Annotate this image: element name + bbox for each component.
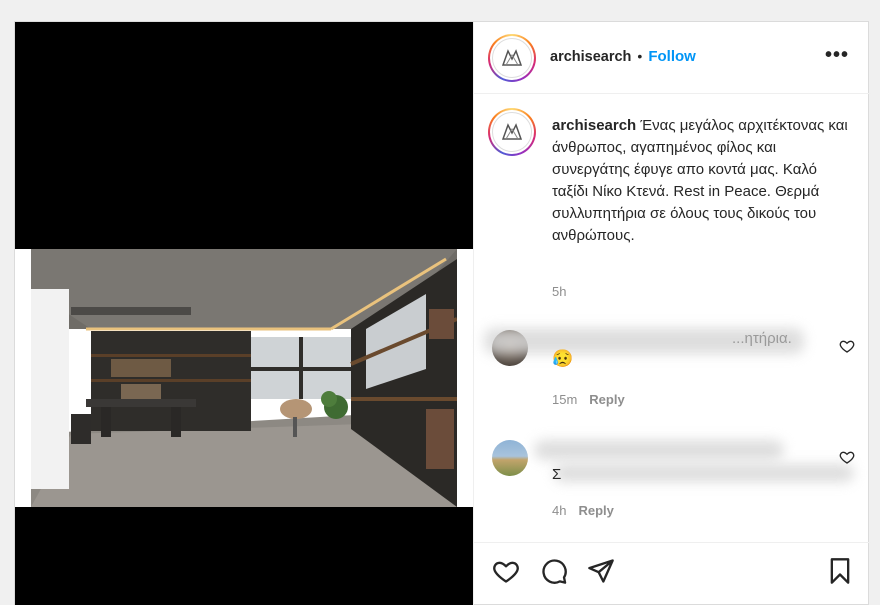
comment-time-row: 15m Reply <box>552 392 625 407</box>
follow-button[interactable]: Follow <box>648 48 696 65</box>
caption-time[interactable]: 5h <box>552 284 566 299</box>
comment-text: ...ητήρια. <box>732 330 792 347</box>
caption-text: Ένας μεγάλος αρχιτέκτονας και άνθρωπος, … <box>552 117 848 244</box>
archisearch-logo-icon <box>492 38 532 78</box>
instagram-post: archisearch • Follow ••• archisearch Ένας … <box>14 21 871 605</box>
reply-button[interactable]: Reply <box>589 392 624 407</box>
comment-icon[interactable] <box>540 557 568 585</box>
comment-time[interactable]: 4h <box>552 503 566 518</box>
post-media[interactable] <box>15 22 473 605</box>
post-actions-bar <box>474 542 871 605</box>
crying-emoji-icon: 😥 <box>552 349 574 368</box>
bookmark-icon[interactable] <box>826 557 854 585</box>
interior-photo <box>31 249 457 507</box>
post-sidebar: archisearch • Follow ••• archisearch Ένας … <box>473 22 871 605</box>
post-header: archisearch • Follow ••• <box>474 22 871 94</box>
redacted-comment-text <box>534 440 784 460</box>
share-icon[interactable] <box>587 557 615 585</box>
commenter-avatar[interactable] <box>492 440 528 476</box>
caption-avatar[interactable] <box>488 108 536 156</box>
more-options-icon[interactable]: ••• <box>825 44 849 67</box>
author-username[interactable]: archisearch <box>550 49 631 65</box>
archisearch-logo-icon <box>492 112 532 152</box>
caption-username[interactable]: archisearch <box>552 117 636 134</box>
comment-like-icon[interactable] <box>839 449 855 465</box>
comment-like-icon[interactable] <box>839 338 855 354</box>
author-avatar[interactable] <box>488 34 536 82</box>
comment-text: Σ <box>552 466 562 483</box>
redacted-comment-text <box>554 464 854 482</box>
comment-time[interactable]: 15m <box>552 392 577 407</box>
post-caption: archisearch Ένας μεγάλος αρχιτέκτονας κα… <box>552 115 857 247</box>
separator-dot: • <box>637 48 643 64</box>
comment-time-row: 4h Reply <box>552 503 614 518</box>
reply-button[interactable]: Reply <box>578 503 613 518</box>
heart-icon[interactable] <box>492 557 520 585</box>
post-photo[interactable] <box>15 249 473 507</box>
